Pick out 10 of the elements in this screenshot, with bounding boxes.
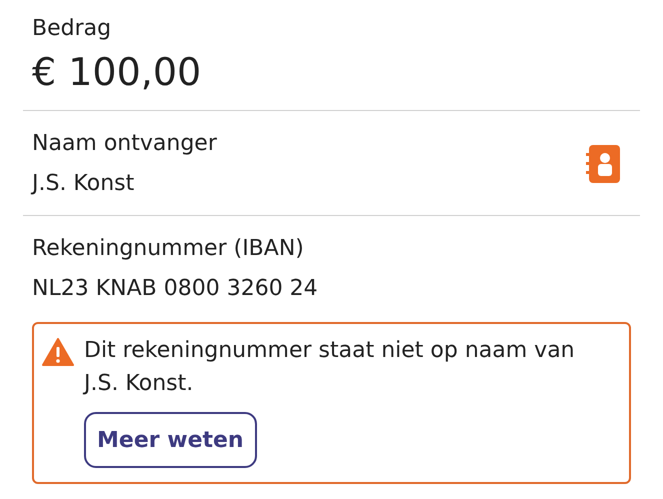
field-value: NL23 KNAB 0800 3260 24 — [32, 275, 319, 303]
field-label: Bedrag — [32, 15, 112, 43]
field-value: J.S. Konst — [32, 170, 136, 198]
amount-value: € 100,00 — [32, 49, 202, 96]
address-book-icon[interactable] — [586, 145, 620, 183]
warning-message: Dit rekeningnummer staat niet op naam van J.S. Konst. — [84, 337, 576, 398]
warning-icon — [42, 338, 74, 366]
more-info-button[interactable]: Meer weten — [84, 412, 257, 468]
field-label: Rekeningnummer (IBAN) — [32, 235, 305, 263]
field-label: Naam ontvanger — [32, 130, 217, 158]
